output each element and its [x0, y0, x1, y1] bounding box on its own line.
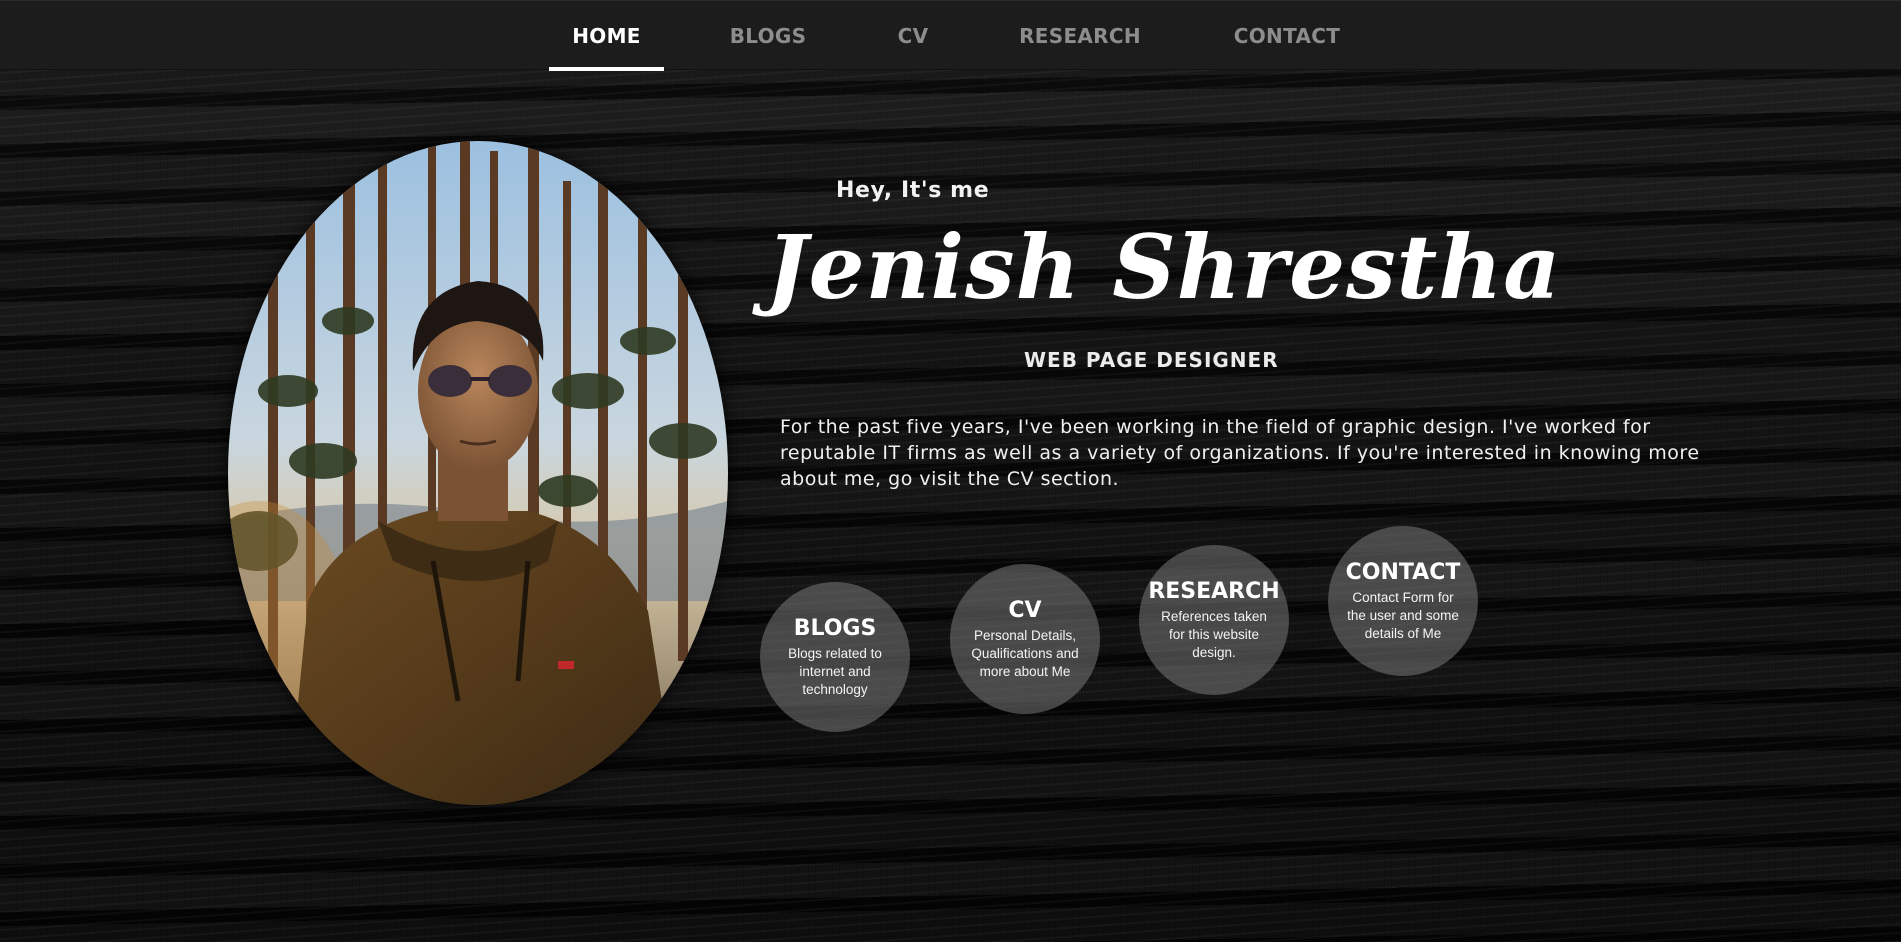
research-section-description: References taken for this website design… — [1161, 608, 1267, 660]
bio-paragraph: For the past five years, I've been worki… — [780, 416, 1700, 490]
research-section-link[interactable]: RESEARCH References taken for this websi… — [1139, 545, 1289, 695]
nav-cv-link[interactable]: CV — [885, 1, 941, 71]
nav-blogs-link[interactable]: BLOGS — [718, 1, 818, 71]
owner-name-heading: Jenish Shrestha — [766, 215, 1562, 319]
blogs-section-title: BLOGS — [793, 615, 877, 641]
contact-section-description: Contact Form for the user and some detai… — [1347, 589, 1459, 641]
cv-section-link[interactable]: CV Personal Details, Qualifications and … — [950, 564, 1100, 714]
contact-section-link[interactable]: CONTACT Contact Form for the user and so… — [1328, 526, 1478, 676]
cv-section-title: CV — [1008, 597, 1042, 623]
role-subtitle: WEB PAGE DESIGNER — [1024, 348, 1279, 372]
profile-photo — [228, 141, 728, 805]
profile-photo-graphic — [228, 141, 728, 805]
blogs-section-description: Blogs related to internet and technology — [788, 645, 882, 697]
page: HOME BLOGS CV RESEARCH CONTACT Hey, It's… — [0, 0, 1901, 942]
top-navbar: HOME BLOGS CV RESEARCH CONTACT — [0, 0, 1901, 71]
contact-section-title: CONTACT — [1345, 559, 1461, 585]
cv-section-description: Personal Details, Qualifications and mor… — [971, 627, 1079, 679]
research-section-title: RESEARCH — [1148, 578, 1280, 604]
blogs-section-link[interactable]: BLOGS Blogs related to internet and tech… — [760, 582, 910, 732]
nav-home-link[interactable]: HOME — [549, 1, 664, 71]
nav-research-link[interactable]: RESEARCH — [1015, 1, 1145, 71]
nav-contact-link[interactable]: CONTACT — [1222, 1, 1352, 71]
greeting-text: Hey, It's me — [836, 178, 990, 203]
